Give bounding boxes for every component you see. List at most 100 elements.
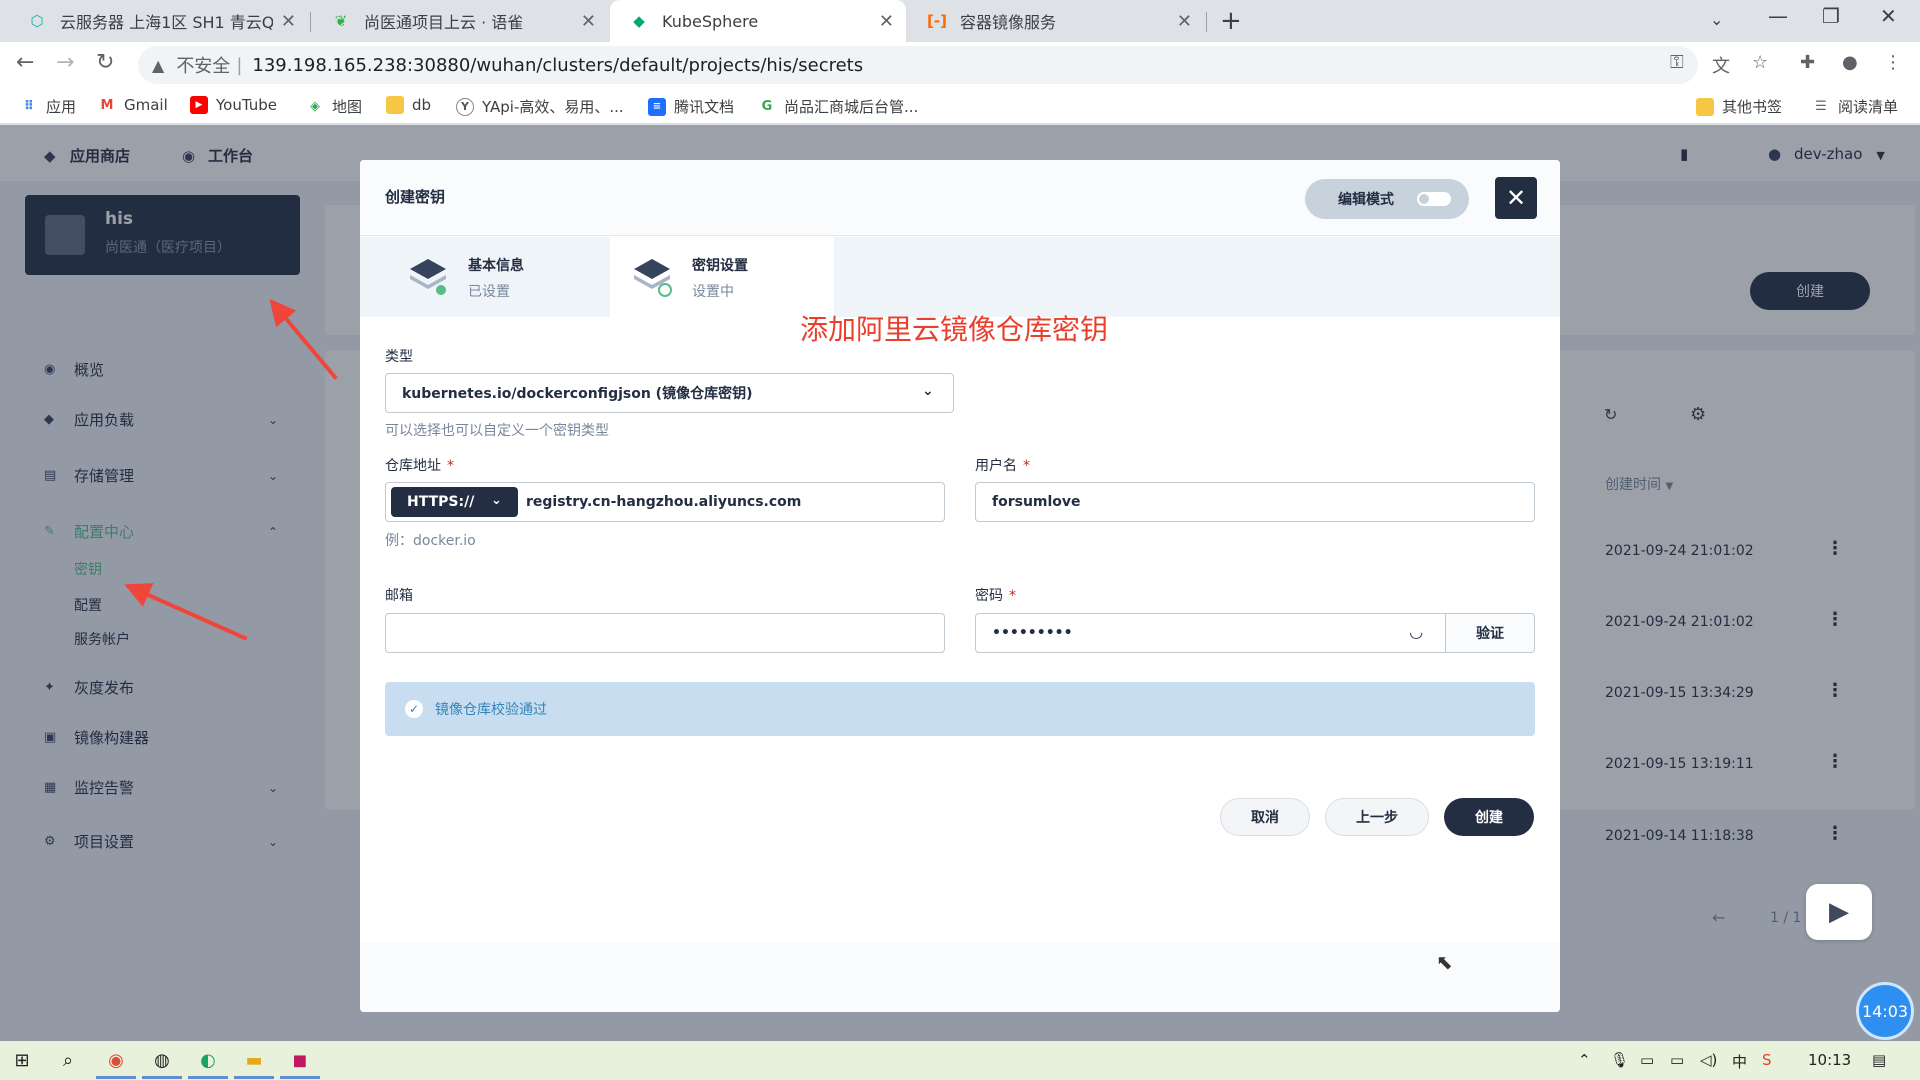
annotation-text: 添加阿里云镜像仓库密钥: [800, 313, 1109, 346]
bookmark-other[interactable]: 其他书签: [1696, 96, 1782, 117]
folder-icon: [1696, 97, 1714, 116]
bookmark-gmail[interactable]: M Gmail: [98, 96, 168, 114]
protocol-select[interactable]: HTTPS:// ⌄: [391, 487, 518, 517]
insecure-label: 不安全: [176, 56, 231, 77]
star-icon[interactable]: ☆: [1752, 52, 1768, 73]
cursor-icon: ⬉: [1436, 950, 1453, 974]
tab-kubesphere[interactable]: ◆ KubeSphere ✕: [610, 0, 906, 42]
browser-tab-bar: ⬡ 云服务器 上海1区 SH1 青云QingCloud ✕ ❦ 尚医通项目上云 …: [0, 0, 1920, 42]
verify-success-banner: ✓ 镜像仓库校验通过: [385, 682, 1535, 736]
search-icon[interactable]: ⌕: [56, 1048, 80, 1072]
bookmark-tencent-docs[interactable]: ≡ 腾讯文档: [648, 96, 734, 117]
tab-aliyun[interactable]: [-] 容器镜像服务 ✕: [908, 0, 1204, 42]
g-icon: G: [761, 99, 773, 114]
bookmark-reading-list[interactable]: ☰ 阅读清单: [1812, 96, 1898, 117]
email-field[interactable]: [385, 613, 945, 653]
tab-yuque[interactable]: ❦ 尚医通项目上云 · 语雀 ✕: [312, 0, 608, 42]
clock[interactable]: 10:13: [1808, 1051, 1851, 1069]
step-status: 已设置: [468, 284, 510, 300]
tab-qingcloud[interactable]: ⬡ 云服务器 上海1区 SH1 青云QingCloud ✕: [8, 0, 308, 42]
close-icon[interactable]: ✕: [1495, 177, 1537, 219]
tab-title: KubeSphere: [662, 11, 759, 31]
username-field[interactable]: forsumlove: [975, 482, 1535, 522]
maximize-icon[interactable]: ❐: [1822, 4, 1840, 28]
eye-closed-icon[interactable]: ◡: [1410, 622, 1422, 641]
edit-mode-toggle[interactable]: 编辑模式: [1305, 179, 1469, 219]
video-player-icon[interactable]: ▶: [1806, 884, 1872, 940]
intellij-icon[interactable]: ◼: [288, 1048, 312, 1072]
bookmark-youtube[interactable]: ▶ YouTube: [190, 96, 277, 114]
forward-icon[interactable]: →: [56, 50, 74, 75]
verify-button[interactable]: 验证: [1445, 613, 1535, 653]
tab-search-icon[interactable]: ⌄: [1710, 10, 1723, 29]
timer-badge[interactable]: 14:03: [1856, 982, 1914, 1040]
password-field[interactable]: ••••••••• ◡: [975, 613, 1447, 653]
step-name: 基本信息: [468, 258, 524, 274]
sogou-icon[interactable]: S: [1762, 1051, 1772, 1069]
registry-address-value: registry.cn-hangzhou.aliyuncs.com: [526, 494, 802, 510]
bookmark-yapi[interactable]: Y YApi-高效、易用、...: [456, 96, 624, 117]
back-icon[interactable]: ←: [16, 50, 34, 75]
prev-step-button[interactable]: 上一步: [1325, 798, 1429, 836]
create-secret-modal: 创建密钥 编辑模式 ✕ 基本信息 已设置 密钥设置 设置中 添加阿里云镜像仓库密…: [360, 160, 1560, 1012]
maps-icon: ◈: [310, 99, 320, 114]
youtube-icon: ▶: [190, 96, 208, 114]
minimize-icon[interactable]: —: [1768, 4, 1788, 28]
tray-expand-icon[interactable]: ⌃: [1578, 1051, 1591, 1069]
toggle-switch[interactable]: [1417, 192, 1451, 206]
menu-icon[interactable]: ⋮: [1884, 52, 1902, 73]
reload-icon[interactable]: ↻: [96, 50, 114, 75]
close-icon[interactable]: ✕: [879, 11, 894, 32]
browser-toolbar: ← → ↻ ▲ 不安全 | 139.198.165.238:30880/wuha…: [0, 42, 1920, 88]
bookmark-db[interactable]: db: [386, 96, 431, 114]
password-label: 密码 *: [975, 588, 1016, 604]
layers-icon: [410, 259, 448, 297]
ime-icon[interactable]: 中: [1732, 1051, 1747, 1072]
chevron-down-icon: ⌄: [491, 493, 502, 508]
network-icon[interactable]: ▭: [1670, 1051, 1684, 1069]
window-close-icon[interactable]: ✕: [1880, 4, 1897, 28]
cancel-button[interactable]: 取消: [1220, 798, 1310, 836]
close-icon[interactable]: ✕: [581, 11, 596, 32]
wizard-steps: 基本信息 已设置 密钥设置 设置中: [360, 237, 1560, 317]
new-tab-icon[interactable]: +: [1220, 6, 1242, 36]
app-icon[interactable]: ◐: [196, 1048, 220, 1072]
email-label: 邮箱: [385, 588, 413, 604]
secret-type-select[interactable]: kubernetes.io/dockerconfigjson (镜像仓库密钥) …: [385, 373, 954, 413]
chrome-icon[interactable]: ◉: [104, 1048, 128, 1072]
windows-start-icon[interactable]: ⊞: [10, 1048, 34, 1072]
app-icon[interactable]: ◍: [150, 1048, 174, 1072]
folder-icon: [386, 96, 404, 114]
folder-icon[interactable]: ▬: [242, 1048, 266, 1072]
check-icon: ✓: [405, 700, 423, 718]
battery-icon[interactable]: ▭: [1640, 1051, 1654, 1069]
bookmark-shangpinhui[interactable]: G 尚品汇商城后台管...: [758, 96, 919, 117]
url-text: 139.198.165.238:30880/wuhan/clusters/def…: [252, 54, 864, 76]
step-status: 设置中: [692, 284, 734, 300]
tab-title: 尚医通项目上云 · 语雀: [364, 13, 524, 32]
extensions-icon[interactable]: ✚: [1800, 52, 1815, 73]
profile-icon[interactable]: ●: [1842, 52, 1858, 73]
modal-header: 创建密钥 编辑模式 ✕: [360, 160, 1560, 236]
registry-address-field[interactable]: HTTPS:// ⌄ registry.cn-hangzhou.aliyuncs…: [385, 482, 945, 522]
qingcloud-icon: ⬡: [30, 12, 44, 30]
password-value: •••••••••: [992, 625, 1073, 641]
registry-hint: 例：docker.io: [385, 533, 476, 549]
step-basic-info[interactable]: 基本信息 已设置: [360, 237, 610, 317]
apps-icon: ⠿: [23, 99, 35, 114]
yuque-icon: ❦: [334, 12, 348, 30]
volume-icon[interactable]: ◁): [1700, 1051, 1717, 1069]
modal-footer: [360, 942, 1560, 1012]
close-icon[interactable]: ✕: [1177, 11, 1192, 32]
notification-icon[interactable]: ▤: [1872, 1051, 1886, 1069]
bookmark-apps[interactable]: ⠿ 应用: [20, 96, 76, 117]
address-bar[interactable]: ▲ 不安全 | 139.198.165.238:30880/wuhan/clus…: [138, 46, 1698, 84]
translate-icon[interactable]: 文: [1712, 52, 1730, 78]
bookmark-maps[interactable]: ◈ 地图: [306, 96, 362, 117]
step-secret-settings[interactable]: 密钥设置 设置中: [610, 237, 834, 317]
layers-icon: [634, 259, 672, 297]
microphone-icon[interactable]: 🎙: [1610, 1051, 1629, 1069]
close-icon[interactable]: ✕: [281, 11, 296, 32]
create-button[interactable]: 创建: [1444, 798, 1534, 836]
key-icon[interactable]: ⚿: [1670, 52, 1684, 73]
